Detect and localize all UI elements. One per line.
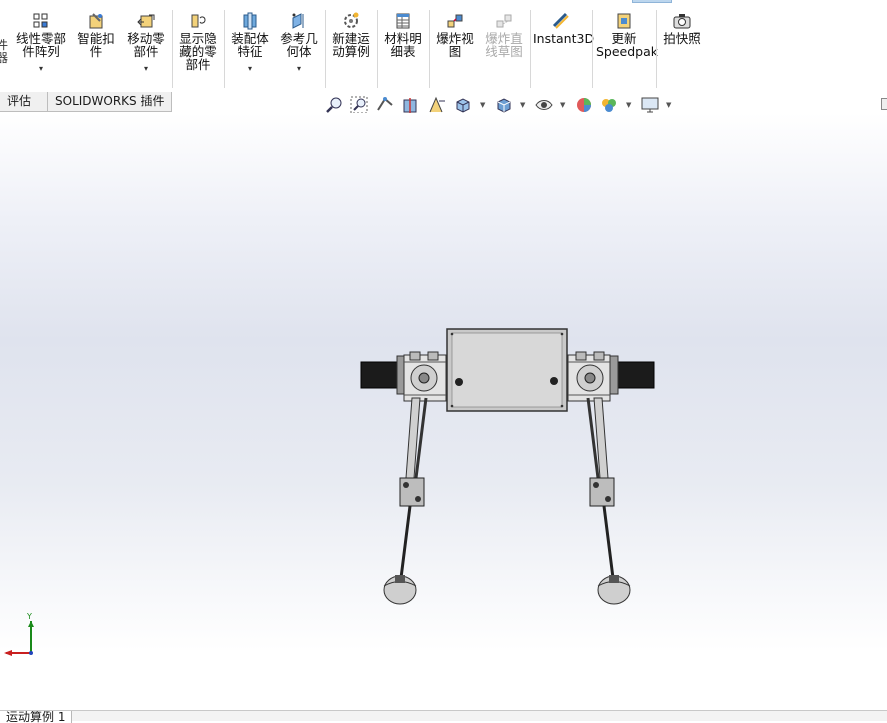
update-speedpak-button[interactable]: 更新 Speedpak <box>596 12 659 59</box>
display-style-icon[interactable] <box>494 95 514 115</box>
zoom-to-fit-icon[interactable] <box>324 95 344 115</box>
linear-pattern-button[interactable]: 线性零部 件阵列 ▾ <box>14 12 68 75</box>
left-leg[interactable] <box>383 397 428 605</box>
instant3d-label: Instant3D <box>533 31 595 46</box>
apply-scene-icon[interactable] <box>599 95 619 115</box>
ribbon-divider <box>429 10 430 88</box>
cut-off-button-label[interactable]: 件 器 <box>0 39 8 65</box>
collapse-panel-handle[interactable] <box>881 98 887 110</box>
take-snapshot-button[interactable]: 拍快照 <box>660 12 704 45</box>
section-view-icon[interactable] <box>401 95 421 115</box>
reference-geometry-label: 参考几 何体 <box>280 31 318 59</box>
motion-study-tab[interactable]: 运动算例 1 <box>0 711 73 723</box>
update-speedpak-label: 更新 Speedpak <box>596 31 659 59</box>
chevron-down-icon[interactable]: ▾ <box>123 62 169 75</box>
explode-line-sketch-label: 爆炸直 线草图 <box>485 31 523 59</box>
hide-show-items-icon[interactable] <box>534 95 554 115</box>
new-motion-study-label: 新建运 动算例 <box>332 31 370 59</box>
speedpak-icon <box>617 13 631 29</box>
ribbon-divider <box>172 10 173 88</box>
dynamic-annotation-icon[interactable] <box>427 95 447 115</box>
explode-line-sketch-button[interactable]: 爆炸直 线草图 <box>482 12 526 58</box>
right-leg[interactable] <box>586 397 631 605</box>
take-snapshot-label: 拍快照 <box>663 31 701 46</box>
bottom-tab-bar: 运动算例 1 <box>0 710 887 723</box>
show-hidden-label: 显示隐 藏的零 部件 <box>179 31 217 72</box>
linear-pattern-icon <box>33 13 48 28</box>
bill-of-materials-icon <box>396 13 410 29</box>
show-hidden-components-button[interactable]: 显示隐 藏的零 部件 <box>176 12 220 71</box>
right-hip-joint[interactable] <box>567 351 611 402</box>
ribbon-divider <box>377 10 378 88</box>
triad-y-label: Y <box>26 613 32 621</box>
robot-assembly-model[interactable] <box>0 113 887 710</box>
ribbon-divider <box>325 10 326 88</box>
ribbon-divider <box>530 10 531 88</box>
body-box[interactable] <box>446 328 568 412</box>
ribbon-divider <box>592 10 593 88</box>
tab-evaluate[interactable]: 评估 <box>0 92 49 112</box>
smart-fastener-icon <box>89 13 103 29</box>
show-hidden-icon <box>191 14 206 28</box>
tab-solidworks-addins[interactable]: SOLIDWORKS 插件 <box>47 92 173 112</box>
chevron-down-icon[interactable]: ▼ <box>666 101 671 109</box>
reference-geometry-icon <box>292 13 304 29</box>
view-orientation-icon[interactable] <box>453 95 473 115</box>
reference-geometry-button[interactable]: 参考几 何体 ▾ <box>277 12 321 75</box>
assembly-features-label: 装配体 特征 <box>231 31 269 59</box>
smart-fastener-label: 智能扣 件 <box>77 31 115 59</box>
exploded-view-label: 爆炸视 图 <box>436 31 474 59</box>
bill-of-materials-label: 材料明 细表 <box>384 31 422 59</box>
command-manager-ribbon: 件 器 线性零部 件阵列 ▾ 智能扣 件 移动零 部件 ▾ 显示隐 藏的零 部件… <box>0 0 887 93</box>
assembly-feature-icon <box>243 12 257 30</box>
previous-view-icon[interactable] <box>375 95 395 115</box>
move-component-button[interactable]: 移动零 部件 ▾ <box>123 12 169 75</box>
bill-of-materials-button[interactable]: 材料明 细表 <box>381 12 425 58</box>
coordinate-triad: Y <box>4 613 34 656</box>
window-control-fragment[interactable] <box>632 0 672 3</box>
chevron-down-icon[interactable]: ▼ <box>560 101 565 109</box>
explode-line-sketch-icon <box>496 14 512 28</box>
exploded-view-icon <box>447 14 463 28</box>
chevron-down-icon[interactable]: ▼ <box>480 101 485 109</box>
exploded-view-button[interactable]: 爆炸视 图 <box>433 12 477 58</box>
chevron-down-icon[interactable]: ▾ <box>14 62 68 75</box>
left-motor[interactable] <box>360 355 406 395</box>
snapshot-icon <box>673 14 691 29</box>
graphics-viewport[interactable]: Y <box>0 113 887 710</box>
left-hip-joint[interactable] <box>403 351 447 402</box>
view-settings-icon[interactable] <box>640 95 660 115</box>
linear-pattern-label: 线性零部 件阵列 <box>15 31 66 59</box>
move-component-label: 移动零 部件 <box>127 31 165 59</box>
new-motion-study-icon <box>344 12 359 28</box>
assembly-features-button[interactable]: 装配体 特征 ▾ <box>228 12 272 75</box>
instant3d-button[interactable]: Instant3D <box>533 12 595 46</box>
new-motion-study-button[interactable]: 新建运 动算例 <box>329 12 373 58</box>
chevron-down-icon[interactable]: ▾ <box>228 62 272 75</box>
edit-appearance-icon[interactable] <box>574 95 594 115</box>
move-component-icon <box>137 14 155 28</box>
chevron-down-icon[interactable]: ▼ <box>626 101 631 109</box>
ribbon-divider <box>224 10 225 88</box>
right-motor[interactable] <box>609 355 655 395</box>
chevron-down-icon[interactable]: ▼ <box>520 101 525 109</box>
instant3d-icon <box>552 12 569 29</box>
chevron-down-icon[interactable]: ▾ <box>277 62 321 75</box>
zoom-to-area-icon[interactable] <box>349 95 369 115</box>
ribbon-divider <box>656 10 657 88</box>
smart-fastener-button[interactable]: 智能扣 件 <box>75 12 117 58</box>
